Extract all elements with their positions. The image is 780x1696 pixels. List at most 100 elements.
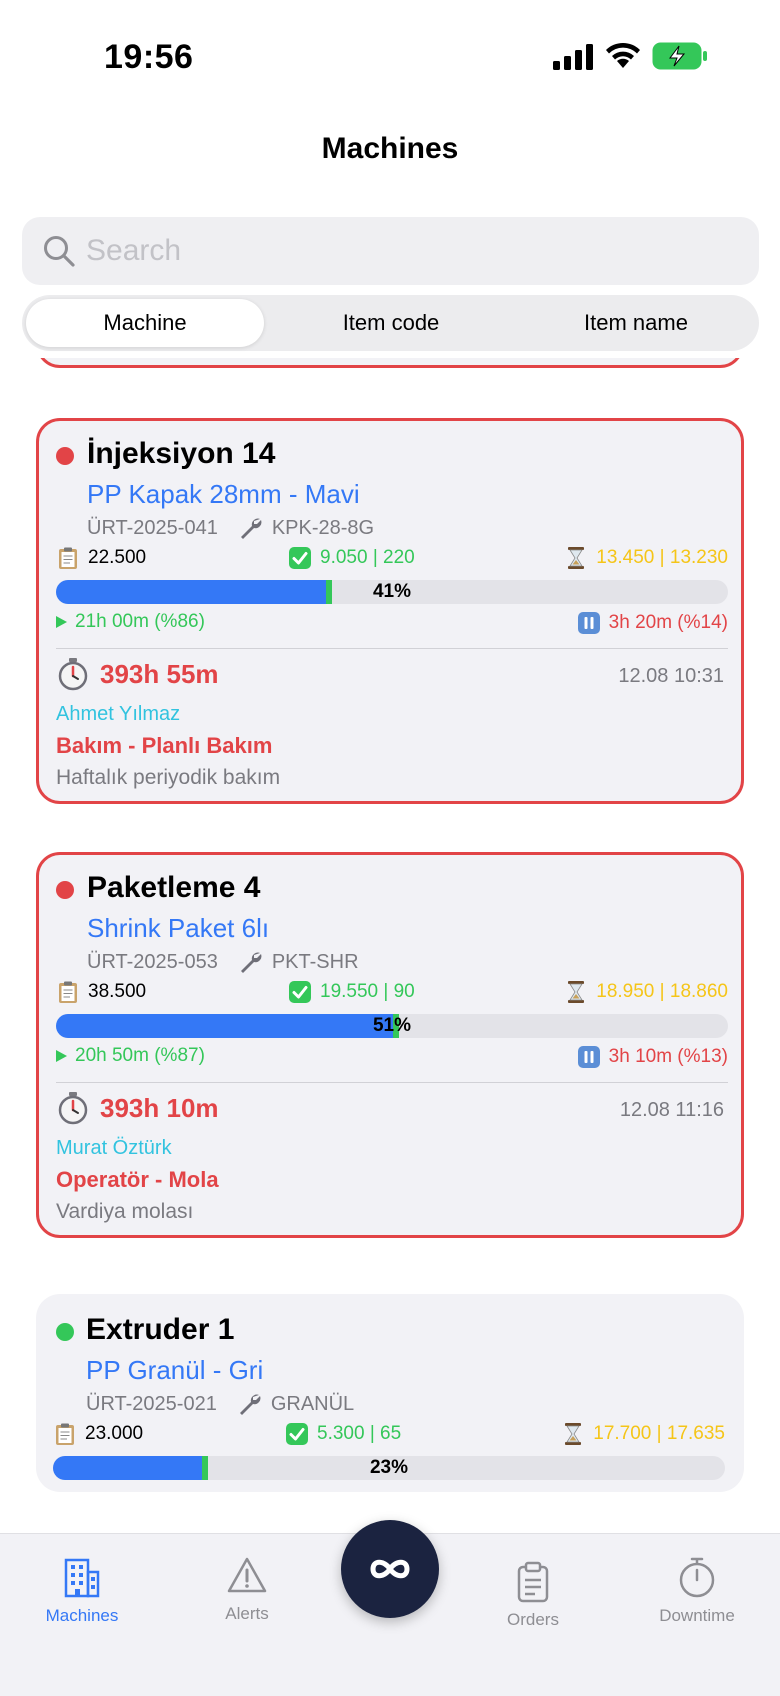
tab-label: Alerts — [225, 1604, 269, 1623]
item-code: PKT-SHR — [271, 950, 359, 973]
cellular-signal-icon — [553, 44, 593, 70]
search-input[interactable] — [86, 229, 726, 273]
codes-row: ÜRT-2025-021 GRANÜL — [86, 1391, 354, 1417]
order-code: ÜRT-2025-021 — [86, 1392, 217, 1415]
play-icon — [56, 616, 67, 628]
segment-item-name[interactable]: Item name — [517, 299, 755, 347]
item-name: Shrink Paket 6lı — [87, 913, 270, 943]
stopwatch-icon — [58, 658, 88, 691]
wrench-icon — [240, 518, 262, 539]
tab-orders[interactable]: Orders — [473, 1560, 593, 1630]
quantity-stats: 23.000 5.300 | 65 17.700 | 17.635 — [53, 1422, 725, 1452]
check-box-icon — [286, 1423, 308, 1445]
machine-name: İnjeksiyon 14 — [87, 437, 276, 470]
tab-downtime[interactable]: Downtime — [637, 1556, 757, 1626]
clipboard-icon — [56, 1423, 74, 1445]
previous-machine-card[interactable] — [36, 358, 744, 368]
play-icon — [56, 1050, 67, 1062]
produced-quantity: 5.300 | 65 — [285, 1422, 401, 1446]
run-stop-times: 20h 50m (%87) 3h 10m (%13) — [56, 1045, 728, 1073]
codes-row: ÜRT-2025-053 PKT-SHR — [87, 949, 359, 975]
codes-row: ÜRT-2025-041 KPK-28-8G — [87, 515, 374, 541]
hourglass-icon — [568, 547, 585, 569]
quantity-stats: 22.500 9.050 | 220 13.450 | 13.230 — [56, 546, 728, 576]
produced-quantity: 9.050 | 220 — [288, 546, 415, 570]
status-dot — [56, 1323, 74, 1341]
wifi-icon — [606, 42, 640, 68]
downtime-reason: Operatör - Mola — [56, 1167, 219, 1192]
order-code: ÜRT-2025-041 — [87, 516, 218, 539]
downtime-duration: 393h 55m — [56, 657, 219, 691]
remaining-quantity: 17.700 | 17.635 — [561, 1422, 725, 1446]
downtime-note: Vardiya molası — [56, 1200, 194, 1223]
operator-name: Murat Öztürk — [56, 1137, 172, 1159]
stop-time: 3h 10m (%13) — [577, 1045, 728, 1069]
hourglass-icon — [565, 1423, 582, 1445]
hourglass-icon — [568, 981, 585, 1003]
check-box-icon — [289, 981, 311, 1003]
machine-name: Paketleme 4 — [87, 871, 261, 904]
clipboard-icon — [517, 1561, 549, 1603]
tab-machines[interactable]: Machines — [22, 1556, 142, 1626]
status-bar: 19:56 — [0, 0, 780, 110]
battery-charging-icon — [652, 42, 707, 70]
downtime-duration: 393h 10m — [56, 1091, 219, 1125]
wrench-icon — [240, 952, 262, 973]
search-icon — [44, 236, 75, 267]
produced-quantity: 19.550 | 90 — [288, 980, 415, 1004]
pause-icon — [577, 612, 600, 634]
item-name: PP Kapak 28mm - Mavi — [87, 479, 360, 509]
run-time: 20h 50m (%87) — [56, 1045, 205, 1067]
search-bar[interactable] — [22, 217, 759, 285]
downtime-reason: Bakım - Planlı Bakım — [56, 733, 273, 758]
progress-label: 51% — [372, 1015, 412, 1036]
status-time: 19:56 — [104, 38, 194, 76]
order-code: ÜRT-2025-053 — [87, 950, 218, 973]
progress-label: 23% — [369, 1457, 409, 1478]
planned-quantity: 22.500 — [56, 546, 146, 570]
production-progress-bar: 41% — [56, 580, 728, 604]
machine-card[interactable]: İnjeksiyon 14 PP Kapak 28mm - Mavi ÜRT-2… — [36, 418, 744, 804]
item-code: GRANÜL — [270, 1392, 355, 1415]
tab-label: Machines — [45, 1606, 119, 1625]
downtime-note: Haftalık periyodik bakım — [56, 766, 281, 789]
downtime-start: 12.08 11:16 — [619, 1099, 724, 1121]
segment-machine[interactable]: Machine — [26, 299, 264, 347]
building-icon — [64, 1558, 100, 1598]
center-action-button[interactable] — [341, 1520, 439, 1618]
status-dot — [56, 881, 74, 899]
operator-name: Ahmet Yılmaz — [56, 703, 181, 725]
machine-card[interactable]: Paketleme 4 Shrink Paket 6lı ÜRT-2025-05… — [36, 852, 744, 1238]
segment-item-code[interactable]: Item code — [272, 299, 510, 347]
clipboard-icon — [59, 981, 77, 1003]
tab-alerts[interactable]: Alerts — [187, 1554, 307, 1624]
production-progress-bar: 23% — [53, 1456, 725, 1480]
page-title: Machines — [321, 132, 459, 165]
downtime-start: 12.08 10:31 — [618, 665, 724, 687]
remaining-quantity: 13.450 | 13.230 — [564, 546, 728, 570]
divider — [56, 648, 728, 649]
item-code: KPK-28-8G — [271, 516, 375, 539]
status-dot — [56, 447, 74, 465]
machine-list[interactable]: İnjeksiyon 14 PP Kapak 28mm - Mavi ÜRT-2… — [0, 358, 780, 1533]
quantity-stats: 38.500 19.550 | 90 18.950 | 18.860 — [56, 980, 728, 1010]
stop-time: 3h 20m (%14) — [577, 611, 728, 635]
check-box-icon — [289, 547, 311, 569]
machine-card[interactable]: Extruder 1 PP Granül - Gri ÜRT-2025-021 … — [36, 1294, 744, 1492]
production-progress-bar: 51% — [56, 1014, 728, 1038]
search-scope-segmented-control: Machine Item code Item name — [22, 295, 759, 351]
machine-name: Extruder 1 — [86, 1313, 235, 1346]
wrench-icon — [239, 1394, 261, 1415]
stopwatch-icon — [58, 1092, 88, 1125]
warning-icon — [227, 1557, 267, 1593]
pause-icon — [577, 1046, 600, 1068]
run-stop-times: 21h 00m (%86) 3h 20m (%14) — [56, 611, 728, 639]
item-name: PP Granül - Gri — [86, 1355, 264, 1385]
planned-quantity: 38.500 — [56, 980, 146, 1004]
tab-label: Orders — [507, 1610, 559, 1629]
stopwatch-icon — [679, 1557, 715, 1598]
planned-quantity: 23.000 — [53, 1422, 143, 1446]
clipboard-icon — [59, 547, 77, 569]
tab-label: Downtime — [659, 1606, 735, 1625]
infinity-icon — [370, 1559, 410, 1579]
